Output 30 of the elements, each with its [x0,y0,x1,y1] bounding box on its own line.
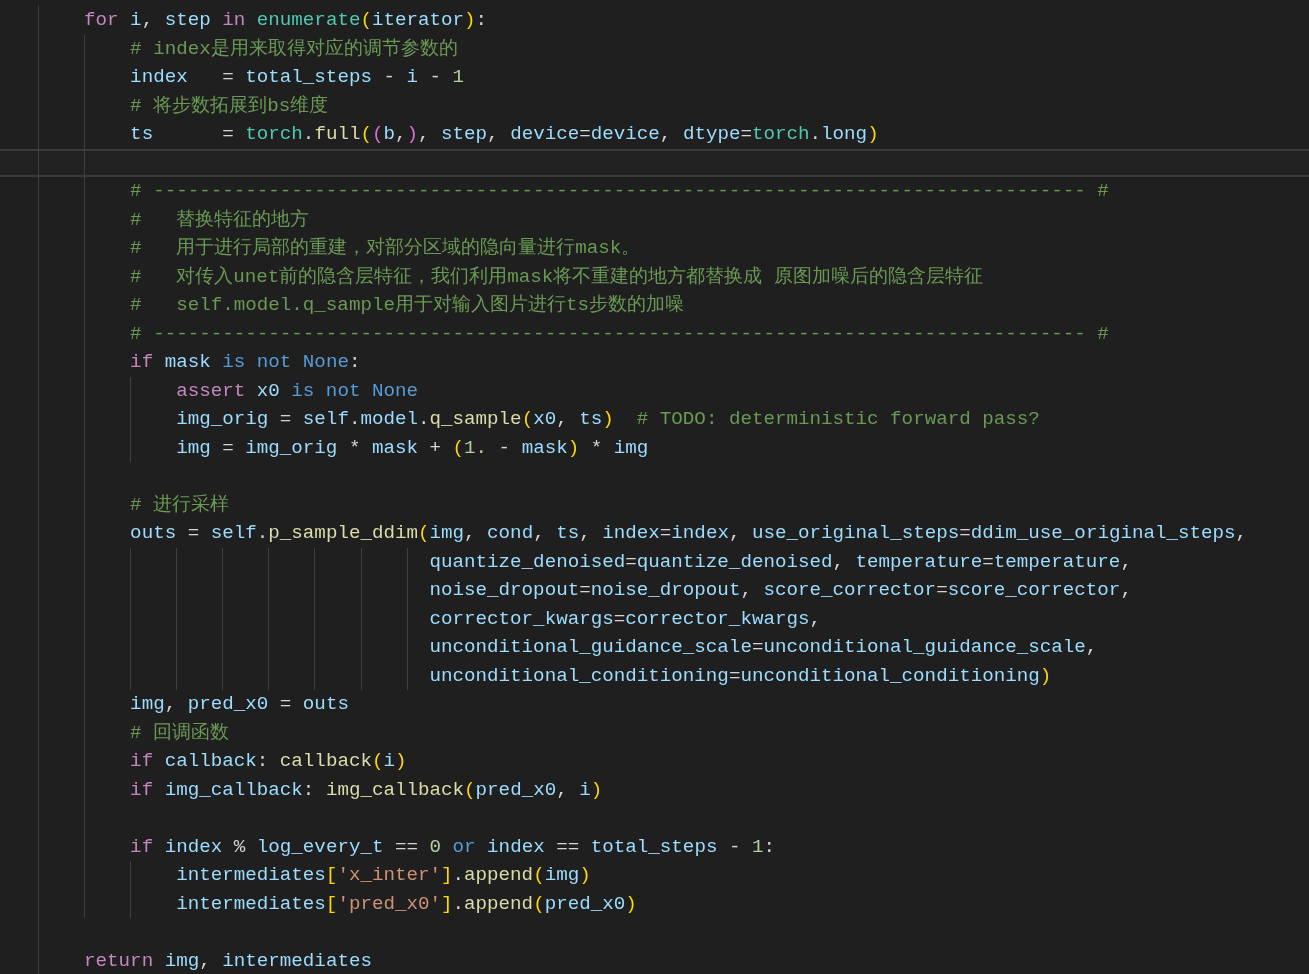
code-line: # 用于进行局部的重建，对部分区域的隐向量进行mask。 [0,234,1309,263]
code-line: if index % log_every_t == 0 or index == total_steps - 1: [0,832,1309,861]
code-line: # --------------------------------------------------------------------------------- # [0,319,1309,348]
code-line: img = img_orig * mask + (1. - mask) * img [0,433,1309,462]
code-line: quantize_denoised=quantize_denoised, temperature=temperature, [0,547,1309,576]
code-line: intermediates['x_inter'].append(img) [0,861,1309,890]
code-line: # 对传入unet前的隐含层特征，我们利用mask将不重建的地方都替换成 原图加噪后的隐含层特征 [0,262,1309,291]
code-line: # 回调函数 [0,718,1309,747]
code-line: corrector_kwargs=corrector_kwargs, [0,604,1309,633]
code-line: intermediates['pred_x0'].append(pred_x0) [0,889,1309,918]
code-line: # index是用来取得对应的调节参数的 [0,34,1309,63]
code-line: if mask is not None: [0,348,1309,377]
code-line: img_orig = self.model.q_sample(x0, ts) # TODO: deterministic forward pass? [0,405,1309,434]
code-line: # 将步数拓展到bs维度 [0,91,1309,120]
code-line: unconditional_guidance_scale=unconditional_guidance_scale, [0,633,1309,662]
code-line: return img, intermediates [0,946,1309,974]
code-line: ts = torch.full((b,), step, device=device, dtype=torch.long) [0,120,1309,149]
code-line: # self.model.q_sample用于对输入图片进行ts步数的加噪 [0,291,1309,320]
code-line: assert x0 is not None [0,376,1309,405]
code-line: unconditional_conditioning=unconditional_conditioning) [0,661,1309,690]
code-line: # 替换特征的地方 [0,205,1309,234]
code-line: index = total_steps - i - 1 [0,63,1309,92]
code-line: noise_dropout=noise_dropout, score_corrector=score_corrector, [0,576,1309,605]
code-line: if img_callback: img_callback(pred_x0, i) [0,775,1309,804]
code-line: # 进行采样 [0,490,1309,519]
code-line: img, pred_x0 = outs [0,690,1309,719]
code-line: if callback: callback(i) [0,747,1309,776]
code-line: outs = self.p_sample_ddim(img, cond, ts, index=index, use_original_steps=ddim_use_original_steps, [0,519,1309,548]
code-line: # --------------------------------------------------------------------------------- # [0,177,1309,206]
code-line: for i, step in enumerate(iterator): [0,6,1309,35]
